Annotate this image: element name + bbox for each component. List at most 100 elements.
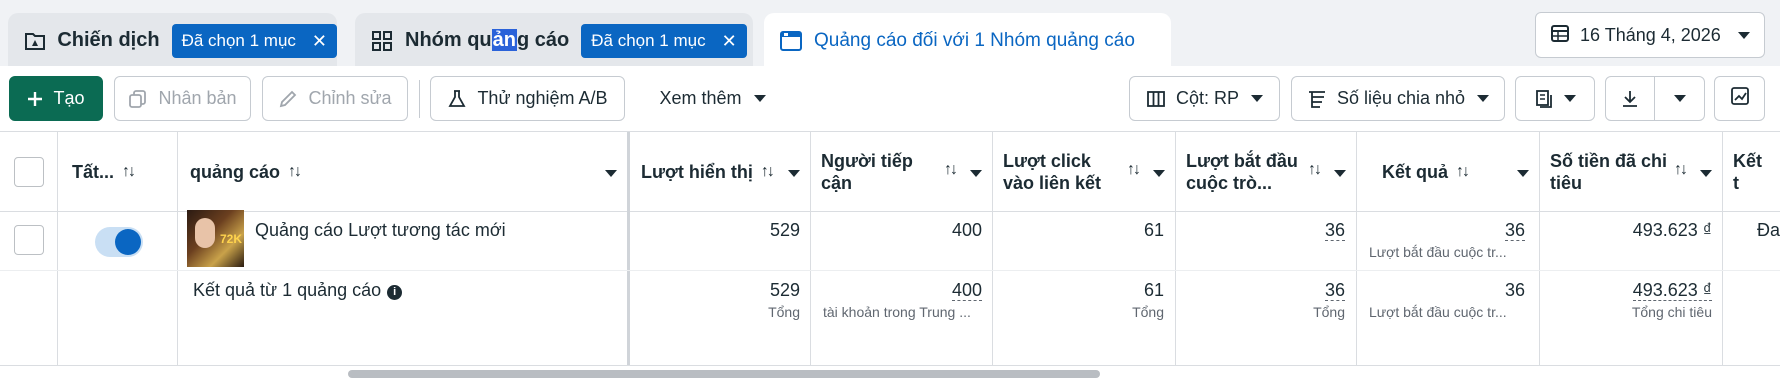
row-divider xyxy=(0,270,1780,271)
pencil-icon xyxy=(278,89,298,109)
sort-icon[interactable]: ↑↓ xyxy=(288,163,302,181)
tab-campaigns-label: Chiến dịch xyxy=(57,29,160,51)
summary-reach: 400 xyxy=(820,280,982,301)
flask-icon xyxy=(447,89,467,109)
horizontal-scrollbar[interactable] xyxy=(348,370,1100,378)
chevron-down-icon[interactable] xyxy=(1334,170,1346,177)
create-button[interactable]: Tạo xyxy=(9,76,103,121)
breakdown-dropdown[interactable]: Số liệu chia nhỏ xyxy=(1291,76,1505,121)
sort-icon[interactable]: ↑↓ xyxy=(1674,161,1688,179)
toolbar-divider xyxy=(419,80,420,118)
select-all-checkbox[interactable] xyxy=(14,157,44,187)
summary-impressions: 529 xyxy=(769,280,800,300)
columns-dropdown[interactable]: Cột: RP xyxy=(1129,76,1280,121)
campaign-selection-label: Đã chọn 1 mục xyxy=(181,30,296,50)
sort-icon[interactable]: ↑↓ xyxy=(122,163,136,181)
breakdown-icon xyxy=(1307,89,1327,109)
chevron-down-icon xyxy=(1738,31,1750,39)
chevron-down-icon[interactable] xyxy=(1655,95,1704,102)
header-line: tiêu xyxy=(1550,173,1583,193)
reports-icon xyxy=(1534,89,1554,109)
adset-selection-chip[interactable]: Đã chọn 1 mục ✕ xyxy=(581,23,747,58)
row-results-type: Lượt bắt đầu cuộc tr... xyxy=(1369,244,1507,260)
row-reach: 400 xyxy=(951,220,982,240)
header-ad-name[interactable]: quảng cáo ↑↓ xyxy=(180,132,627,212)
header-conversations[interactable]: Lượt bắt đầu cuộc trò... ↑↓ xyxy=(1176,132,1356,212)
more-dropdown[interactable]: Xem thêm xyxy=(640,76,785,121)
tab-campaigns[interactable]: Chiến dịch Đã chọn 1 mục ✕ xyxy=(8,13,337,68)
header-amount-spent[interactable]: Số tiền đã chi tiêu ↑↓ xyxy=(1540,132,1722,212)
ab-test-label: Thử nghiệm A/B xyxy=(477,88,608,108)
columns-icon xyxy=(1146,89,1166,109)
plus-icon xyxy=(27,91,43,107)
column-divider xyxy=(177,132,178,365)
edit-button[interactable]: Chỉnh sửa xyxy=(262,76,408,121)
header-toggle[interactable]: Tất... ↑↓ xyxy=(62,132,177,212)
header-impressions[interactable]: Lượt hiển thị ↑↓ xyxy=(631,132,810,212)
header-link-clicks[interactable]: Lượt click vào liên kết ↑↓ xyxy=(993,132,1175,212)
header-amount-spent-label: Số tiền đã chi tiêu xyxy=(1550,150,1667,194)
thumbnail-text: 72K xyxy=(220,232,243,246)
calendar-icon xyxy=(1550,23,1570,48)
breakdown-label: Số liệu chia nhỏ xyxy=(1336,88,1466,108)
header-ad-name-label: quảng cáo xyxy=(190,162,281,182)
summary-label-text: Kết quả từ 1 quảng cáo xyxy=(193,280,382,300)
sort-icon[interactable]: ↑↓ xyxy=(1308,161,1322,179)
selected-text: ản xyxy=(491,29,517,51)
date-range-label: 16 Tháng 4, 2026 xyxy=(1580,24,1721,45)
sort-icon[interactable]: ↑↓ xyxy=(944,161,958,179)
more-label: Xem thêm xyxy=(659,88,742,108)
header-results[interactable]: Kết quả ↑↓ xyxy=(1357,132,1539,212)
header-line: vào liên kết xyxy=(1003,173,1102,193)
ab-test-button[interactable]: Thử nghiệm A/B xyxy=(430,76,625,121)
header-results-label: Kết quả xyxy=(1382,162,1449,182)
header-reach[interactable]: Người tiếp cận ↑↓ xyxy=(811,132,992,212)
tab-adsets-label-part: Nhóm qu xyxy=(405,29,492,51)
info-icon[interactable]: i xyxy=(387,285,403,300)
header-line: Lượt bắt đầu xyxy=(1186,151,1298,171)
download-icon[interactable] xyxy=(1606,77,1656,120)
summary-link-clicks: 61 xyxy=(1143,280,1164,300)
chevron-down-icon[interactable] xyxy=(788,170,800,177)
reports-dropdown[interactable] xyxy=(1515,76,1595,121)
summary-results-sub: Lượt bắt đầu cuộc tr... xyxy=(1369,304,1507,320)
export-split-button[interactable] xyxy=(1605,76,1705,121)
tab-adsets-label: Nhóm quảng cáo xyxy=(405,29,569,52)
close-icon[interactable]: ✕ xyxy=(312,32,327,50)
chevron-down-icon[interactable] xyxy=(970,170,982,177)
sort-icon[interactable]: ↑↓ xyxy=(1456,163,1470,181)
row-checkbox[interactable] xyxy=(14,225,44,255)
tab-adsets[interactable]: Nhóm quảng cáo Đã chọn 1 mục ✕ xyxy=(355,13,753,68)
chevron-down-icon[interactable] xyxy=(1517,170,1529,177)
chevron-down-icon[interactable] xyxy=(1153,170,1165,177)
header-cost-per-result[interactable]: Kết t xyxy=(1723,132,1780,212)
chart-button[interactable] xyxy=(1714,76,1765,121)
sort-icon[interactable]: ↑↓ xyxy=(1127,161,1141,179)
ad-icon xyxy=(778,28,804,54)
row-conversations: 36 xyxy=(1185,220,1345,241)
chevron-down-icon[interactable] xyxy=(605,170,617,177)
header-conversations-label: Lượt bắt đầu cuộc trò... xyxy=(1186,150,1298,194)
duplicate-icon xyxy=(128,89,148,109)
tab-ads[interactable]: Quảng cáo đối với 1 Nhóm quảng cáo xyxy=(764,13,1171,68)
summary-conversations-value: 36 xyxy=(1324,280,1345,301)
ad-name-link[interactable]: Quảng cáo Lượt tương tác mới xyxy=(255,220,506,241)
date-range-picker[interactable]: 16 Tháng 4, 2026 xyxy=(1535,12,1765,58)
ad-thumbnail[interactable]: 72K xyxy=(187,210,244,267)
ad-status-toggle[interactable] xyxy=(95,227,143,257)
summary-amount-spent: 493.623 ₫ xyxy=(1550,280,1712,301)
chevron-down-icon xyxy=(753,95,766,102)
chevron-down-icon[interactable] xyxy=(1700,170,1712,177)
sort-icon[interactable]: ↑↓ xyxy=(761,163,775,181)
columns-label: Cột: RP xyxy=(1175,88,1240,108)
tab-ads-label: Quảng cáo đối với 1 Nhóm quảng cáo xyxy=(814,29,1135,51)
chevron-down-icon xyxy=(1251,95,1264,102)
duplicate-button[interactable]: Nhân bản xyxy=(114,76,251,121)
row-results-value: 36 xyxy=(1504,220,1525,241)
tab-adsets-label-part: g cáo xyxy=(517,29,570,51)
row-conversations-value: 36 xyxy=(1324,220,1345,241)
ads-table: Tất... ↑↓ quảng cáo ↑↓ Lượt hiển thị ↑↓ … xyxy=(0,132,1780,385)
close-icon[interactable]: ✕ xyxy=(722,32,737,50)
campaign-selection-chip[interactable]: Đã chọn 1 mục ✕ xyxy=(171,23,337,58)
header-toggle-label: Tất... xyxy=(72,162,115,182)
